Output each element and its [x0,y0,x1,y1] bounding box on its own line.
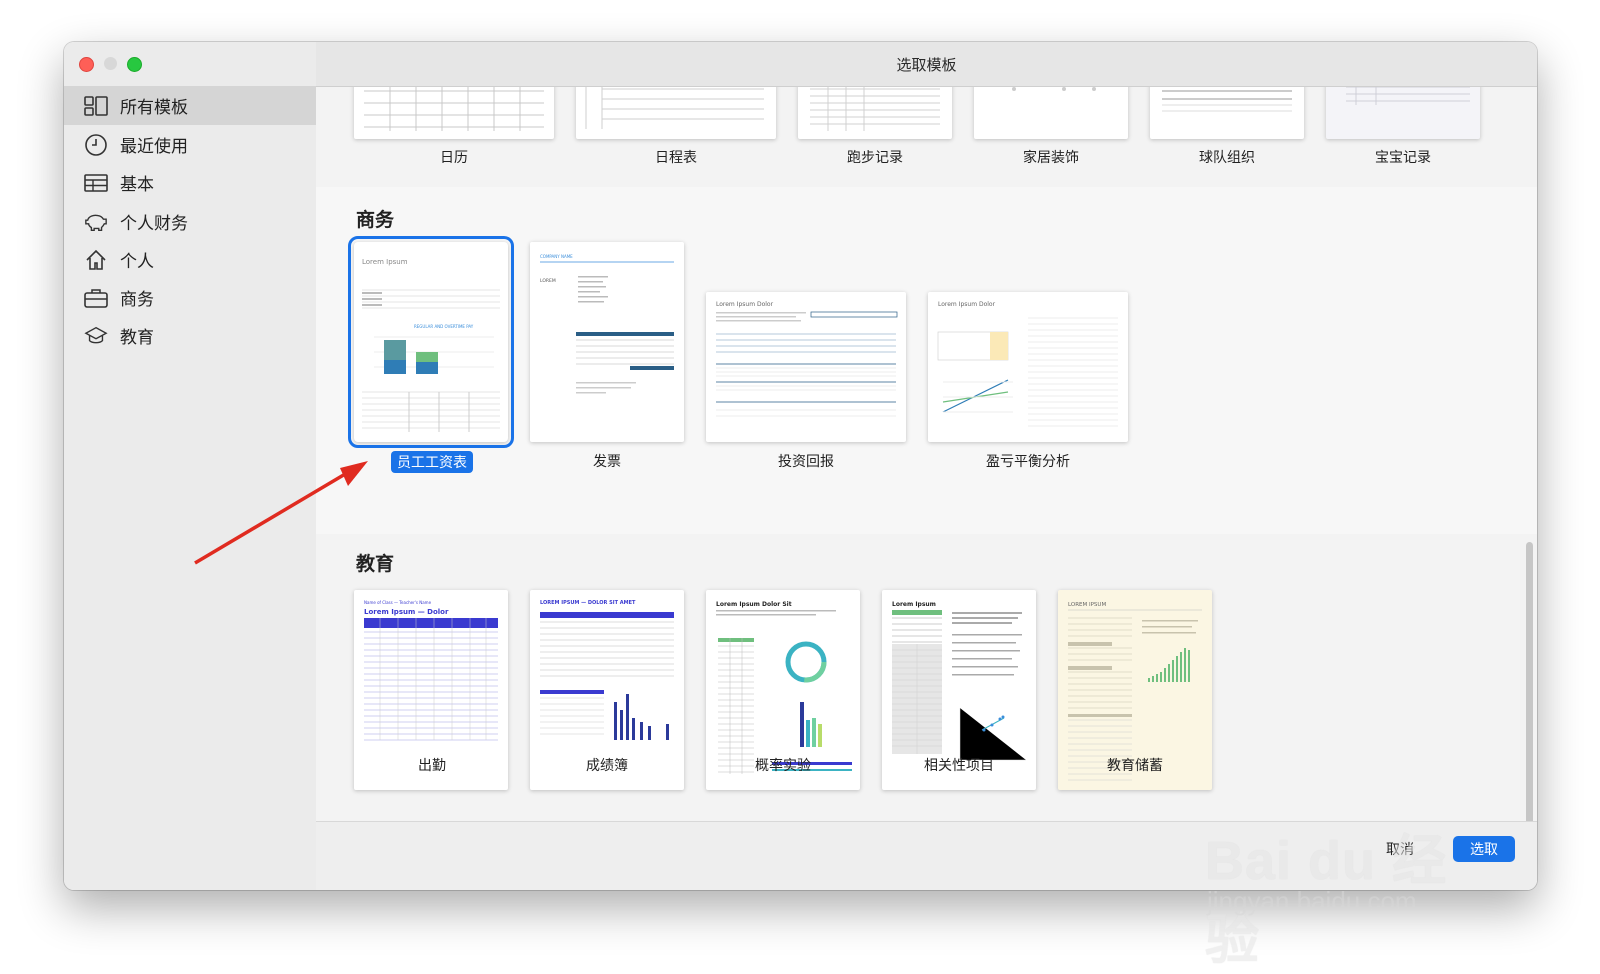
baidu-watermark: Bai du 经验 jingyan.baidu.com [1205,788,1490,970]
watermark-url: jingyan.baidu.com [1207,886,1417,916]
